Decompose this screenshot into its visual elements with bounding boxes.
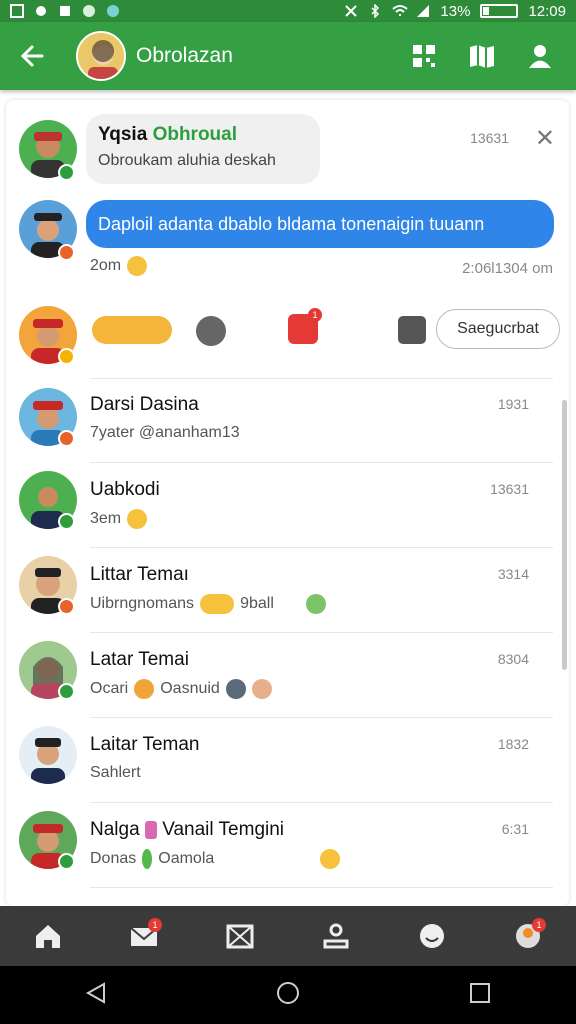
green-emoji-icon	[142, 849, 153, 869]
home-circle-icon[interactable]	[275, 980, 301, 1011]
face-emoji-icon	[251, 679, 272, 699]
person-emoji-icon	[225, 679, 246, 699]
bottom-nav: 1 1	[0, 906, 576, 966]
wifi-icon	[392, 4, 409, 18]
smile-emoji-icon	[127, 256, 148, 276]
chat-time: 13631	[490, 481, 529, 497]
chat-time: 3314	[497, 566, 529, 582]
camera-icon[interactable]	[196, 316, 226, 346]
chat-icon[interactable]	[398, 316, 426, 344]
chat-preview: Ocari Oasnuid	[90, 679, 272, 699]
status-badge	[58, 348, 75, 365]
chat-name: Laitar Teman	[90, 734, 200, 755]
map-icon[interactable]	[464, 38, 500, 74]
pink-emoji-icon	[144, 820, 157, 839]
signal-icon	[416, 4, 430, 18]
list-item[interactable]: Littar Temaı Uibrngnomans 9ball 3314	[6, 548, 569, 633]
status-badge	[58, 598, 75, 615]
group-avatar[interactable]	[76, 31, 126, 81]
status-badge	[58, 430, 75, 447]
chat-name: Uabkodi	[90, 479, 160, 500]
notification-icon	[34, 4, 48, 18]
avatar[interactable]	[19, 726, 77, 784]
chat-preview: Uibrngnomans 9ball	[90, 594, 326, 614]
profile-badge: 1	[532, 918, 546, 932]
list-item[interactable]: Uabkodi 3em 13631	[6, 463, 569, 548]
chat-name: Darsi Dasina	[90, 394, 199, 415]
recents-square-icon[interactable]	[468, 981, 492, 1010]
profile-menu-icon[interactable]: 1	[506, 914, 550, 958]
settings-icon	[58, 4, 72, 18]
status-bar: 13% 12:09	[0, 0, 576, 22]
location-icon[interactable]	[314, 914, 358, 958]
chat-title: Obrolazan	[136, 44, 233, 67]
reaction-stickers-icon[interactable]	[92, 316, 172, 344]
list-item[interactable]: Darsi Dasina 7yater @ananham13 1931	[6, 378, 569, 463]
online-badge	[58, 853, 75, 870]
app-icon	[82, 4, 96, 18]
chat-preview: 3em	[90, 509, 148, 529]
sender-name: Yqsia Obhroual	[98, 124, 238, 145]
message-bubble[interactable]: Yqsia Obhroual Obroukam aluhia deskah	[86, 114, 320, 184]
status-button[interactable]: Saegucrbat	[436, 309, 560, 349]
chat-time: 8304	[497, 651, 529, 667]
online-badge	[58, 513, 75, 530]
chat-preview: Donas Oamola	[90, 849, 341, 869]
clock: 12:09	[528, 2, 566, 20]
back-triangle-icon[interactable]	[84, 981, 108, 1010]
chat-time: 6:31	[501, 821, 529, 837]
chat-preview: 7yater @ananham13	[90, 424, 240, 441]
chat-time: 1931	[497, 396, 529, 412]
message-sub: 2om	[90, 256, 148, 276]
message-time: 13631	[470, 130, 509, 146]
battery-icon	[480, 4, 519, 18]
reaction-row: 1 Saegucrbat	[6, 300, 569, 379]
mail-icon[interactable]: 1	[122, 914, 166, 958]
chat-name: Littar Temaı	[90, 564, 189, 585]
divider	[90, 887, 553, 888]
inbox-icon[interactable]	[218, 914, 262, 958]
smile-emoji-icon	[134, 679, 155, 699]
close-icon[interactable]: ✕	[535, 124, 555, 153]
mute-icon	[344, 4, 358, 18]
smile-emoji-icon	[320, 849, 341, 869]
chat-preview: Sahlert	[90, 764, 141, 781]
system-nav	[0, 966, 576, 1024]
chat-time: 1832	[497, 736, 529, 752]
list-item[interactable]: Nalga Vanail Temgini Donas Oamola 6:31	[6, 803, 569, 888]
smile-emoji-icon	[127, 509, 148, 529]
chat-card: Yqsia Obhroual Obroukam aluhia deskah 13…	[6, 100, 569, 906]
home-icon[interactable]	[26, 914, 70, 958]
battery-percent: 13%	[440, 2, 471, 20]
list-item[interactable]: Laitar Teman Sahlert 1832	[6, 718, 569, 803]
bluetooth-icon	[368, 3, 382, 19]
chat-name: Nalga Vanail Temgini	[90, 819, 285, 840]
back-arrow-icon[interactable]	[0, 22, 64, 90]
qr-icon[interactable]	[406, 38, 442, 74]
emoji-icon[interactable]	[410, 914, 454, 958]
notif-badge: 1	[308, 308, 322, 322]
chat-name: Latar Temai	[90, 649, 189, 670]
dot-icon	[106, 4, 120, 18]
mail-badge: 1	[148, 918, 162, 932]
profile-icon[interactable]	[522, 38, 558, 74]
online-badge	[58, 164, 75, 181]
message-bubble-blue[interactable]: Daploil adanta dbablo bldama tonenaigin …	[86, 200, 554, 248]
green-emoji-icon	[305, 594, 326, 614]
laugh-emoji-icon	[200, 594, 235, 614]
gallery-icon	[10, 4, 24, 18]
app-bar: Obrolazan	[0, 22, 576, 90]
status-badge	[58, 244, 75, 261]
message-text: Obroukam aluhia deskah	[98, 152, 276, 169]
list-item[interactable]: Latar Temai Ocari Oasnuid 8304	[6, 633, 569, 718]
message-time: 2:06l1304 om	[462, 260, 553, 277]
online-badge	[58, 683, 75, 700]
